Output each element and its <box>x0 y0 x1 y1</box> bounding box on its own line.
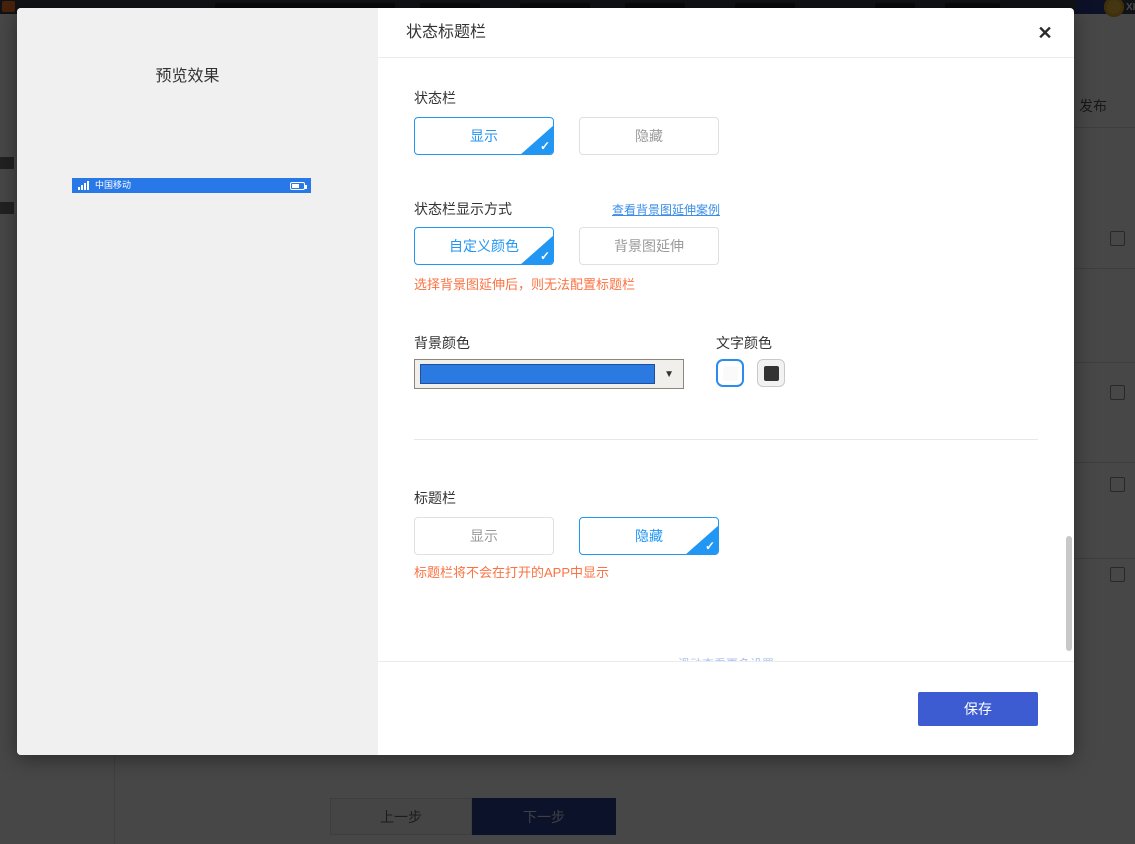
bg-extend-button[interactable]: 背景图延伸 ✓ <box>579 227 719 265</box>
signal-icon <box>78 181 90 190</box>
text-color-group: 文字颜色 <box>716 333 798 389</box>
title-bar-options: 显示 ✓ 隐藏 ✓ <box>414 517 1038 555</box>
title-bar-warning: 标题栏将不会在打开的APP中显示 <box>414 565 1038 581</box>
option-label: 显示 <box>470 126 498 146</box>
modal-title: 状态标题栏 <box>406 8 486 58</box>
option-label: 隐藏 <box>635 126 663 146</box>
phone-status-bar-preview: 中国移动 <box>72 178 311 193</box>
title-bar-show-button[interactable]: 显示 ✓ <box>414 517 554 555</box>
bg-color-select[interactable]: ▼ <box>414 359 684 389</box>
option-label: 自定义颜色 <box>449 236 519 256</box>
color-settings-row: 背景颜色 ▼ 文字颜色 <box>414 333 1038 389</box>
option-label: 背景图延伸 <box>614 236 684 256</box>
bg-color-label: 背景颜色 <box>414 333 716 353</box>
custom-color-button[interactable]: 自定义颜色 ✓ <box>414 227 554 265</box>
title-bar-hide-button[interactable]: 隐藏 ✓ <box>579 517 719 555</box>
text-color-black-swatch[interactable] <box>757 359 785 387</box>
display-mode-options: 自定义颜色 ✓ 背景图延伸 ✓ <box>414 227 1038 265</box>
status-title-bar-modal: 预览效果 中国移动 状态标题栏 ✕ 状态栏 显示 ✓ 隐藏 <box>17 8 1074 755</box>
text-color-white-swatch[interactable] <box>716 359 744 387</box>
dropdown-arrow-icon: ▼ <box>664 369 674 380</box>
check-icon: ✓ <box>540 250 550 262</box>
bg-color-group: 背景颜色 ▼ <box>414 333 716 389</box>
battery-icon <box>290 182 305 190</box>
save-button[interactable]: 保存 <box>918 692 1038 726</box>
text-color-label: 文字颜色 <box>716 333 798 353</box>
display-mode-header: 状态栏显示方式 查看背景图延伸案例 <box>414 199 1038 219</box>
status-bar-hide-button[interactable]: 隐藏 ✓ <box>579 117 719 155</box>
status-bar-show-button[interactable]: 显示 ✓ <box>414 117 554 155</box>
display-mode-warning: 选择背景图延伸后，则无法配置标题栏 <box>414 277 1038 293</box>
option-label: 隐藏 <box>635 526 663 546</box>
preview-panel: 预览效果 中国移动 <box>17 8 378 755</box>
status-bar-label: 状态栏 <box>414 88 1038 108</box>
modal-header: 状态标题栏 ✕ <box>378 8 1074 58</box>
preview-title: 预览效果 <box>17 62 358 86</box>
text-color-options <box>716 359 798 387</box>
close-icon[interactable]: ✕ <box>1032 20 1058 46</box>
bg-extend-example-link[interactable]: 查看背景图延伸案例 <box>612 201 720 218</box>
carrier-label: 中国移动 <box>95 181 131 190</box>
display-mode-label: 状态栏显示方式 <box>414 199 512 219</box>
settings-panel: 状态标题栏 ✕ 状态栏 显示 ✓ 隐藏 ✓ 状态栏显示方式 <box>378 8 1074 755</box>
title-bar-label: 标题栏 <box>414 488 1038 508</box>
modal-footer: 保存 <box>378 661 1074 755</box>
section-divider <box>414 439 1038 440</box>
bg-color-swatch <box>420 364 655 384</box>
status-bar-options: 显示 ✓ 隐藏 ✓ <box>414 117 1038 155</box>
scrollbar-thumb[interactable] <box>1066 536 1072 651</box>
check-icon: ✓ <box>540 140 550 152</box>
modal-body: 状态栏 显示 ✓ 隐藏 ✓ 状态栏显示方式 查看背景图延伸案例 <box>378 58 1074 661</box>
check-icon: ✓ <box>705 540 715 552</box>
option-label: 显示 <box>470 526 498 546</box>
